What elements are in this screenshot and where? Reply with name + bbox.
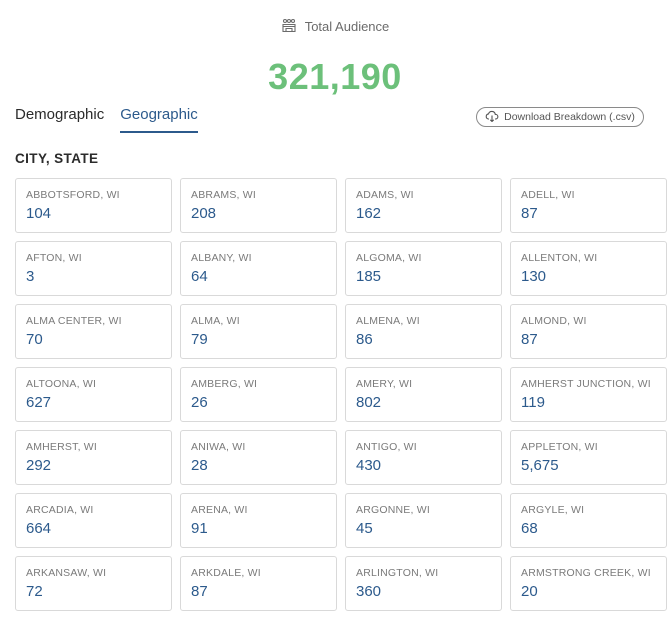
city-card: ARGYLE, WI 68	[510, 493, 667, 548]
city-count: 208	[191, 205, 217, 222]
city-name: ADELL, WI	[521, 189, 575, 201]
download-breakdown-label: Download Breakdown (.csv)	[504, 111, 635, 123]
city-name: ARGONNE, WI	[356, 504, 430, 516]
city-count: 664	[26, 520, 52, 537]
city-name: ARKANSAW, WI	[26, 567, 107, 579]
city-name: ANTIGO, WI	[356, 441, 417, 453]
city-count: 68	[521, 520, 538, 537]
tab-geographic[interactable]: Geographic	[120, 106, 198, 133]
city-name: AFTON, WI	[26, 252, 82, 264]
city-name: ALLENTON, WI	[521, 252, 598, 264]
city-card: ARLINGTON, WI 360	[345, 556, 502, 611]
city-name: ABRAMS, WI	[191, 189, 257, 201]
city-name: ARGYLE, WI	[521, 504, 585, 516]
city-count: 91	[191, 520, 208, 537]
city-count: 28	[191, 457, 208, 474]
city-name: ADAMS, WI	[356, 189, 414, 201]
city-name: ARCADIA, WI	[26, 504, 94, 516]
total-audience-label: Total Audience	[304, 18, 390, 34]
city-card: ALLENTON, WI 130	[510, 241, 667, 296]
city-card: ALGOMA, WI 185	[345, 241, 502, 296]
city-card: ALBANY, WI 64	[180, 241, 337, 296]
city-name: ALMA CENTER, WI	[26, 315, 122, 327]
city-count: 162	[356, 205, 382, 222]
city-card: ALMENA, WI 86	[345, 304, 502, 359]
city-card: ALMA CENTER, WI 70	[15, 304, 172, 359]
city-count: 26	[191, 394, 208, 411]
city-card: ARCADIA, WI 664	[15, 493, 172, 548]
total-audience-header: Total Audience	[0, 18, 670, 34]
city-card: APPLETON, WI 5,675	[510, 430, 667, 485]
city-name: ARKDALE, WI	[191, 567, 261, 579]
total-audience-value: 321,190	[268, 56, 402, 97]
city-count: 430	[356, 457, 382, 474]
city-card: ALTOONA, WI 627	[15, 367, 172, 422]
city-name: ABBOTSFORD, WI	[26, 189, 120, 201]
audience-icon	[281, 18, 297, 34]
city-name: ANIWA, WI	[191, 441, 246, 453]
city-count: 130	[521, 268, 547, 285]
cloud-download-icon	[485, 110, 499, 125]
tab-demographic[interactable]: Demographic	[15, 106, 104, 133]
city-name: ALMENA, WI	[356, 315, 420, 327]
city-name: AMBERG, WI	[191, 378, 258, 390]
city-count: 20	[521, 583, 538, 600]
city-count: 86	[356, 331, 373, 348]
city-count: 360	[356, 583, 382, 600]
city-card: ARGONNE, WI 45	[345, 493, 502, 548]
city-card: ARKANSAW, WI 72	[15, 556, 172, 611]
city-name: APPLETON, WI	[521, 441, 598, 453]
city-count: 119	[521, 394, 545, 411]
city-card: ARKDALE, WI 87	[180, 556, 337, 611]
city-name: ALGOMA, WI	[356, 252, 422, 264]
city-count: 72	[26, 583, 43, 600]
city-name: ARENA, WI	[191, 504, 248, 516]
city-card: ALMA, WI 79	[180, 304, 337, 359]
city-name: ARMSTRONG CREEK, WI	[521, 567, 651, 579]
city-card: ANIWA, WI 28	[180, 430, 337, 485]
city-card: ABBOTSFORD, WI 104	[15, 178, 172, 233]
city-card: ANTIGO, WI 430	[345, 430, 502, 485]
city-count: 45	[356, 520, 373, 537]
city-card: ARMSTRONG CREEK, WI 20	[510, 556, 667, 611]
tab-bar: Demographic Geographic	[15, 106, 198, 133]
city-card: ALMOND, WI 87	[510, 304, 667, 359]
city-card: ADELL, WI 87	[510, 178, 667, 233]
city-card: AMHERST, WI 292	[15, 430, 172, 485]
city-name: AMHERST JUNCTION, WI	[521, 378, 651, 390]
city-count: 627	[26, 394, 52, 411]
city-name: ALMOND, WI	[521, 315, 587, 327]
city-card: ARENA, WI 91	[180, 493, 337, 548]
download-breakdown-button[interactable]: Download Breakdown (.csv)	[476, 107, 644, 127]
city-card: AFTON, WI 3	[15, 241, 172, 296]
city-name: ARLINGTON, WI	[356, 567, 439, 579]
city-count: 5,675	[521, 457, 559, 474]
city-name: ALMA, WI	[191, 315, 240, 327]
city-name: AMHERST, WI	[26, 441, 98, 453]
city-grid: ABBOTSFORD, WI 104 ABRAMS, WI 208 ADAMS, WI 1…	[15, 178, 667, 611]
city-count: 70	[26, 331, 43, 348]
city-count: 87	[521, 331, 538, 348]
city-name: AMERY, WI	[356, 378, 413, 390]
city-count: 185	[356, 268, 382, 285]
city-card: ADAMS, WI 162	[345, 178, 502, 233]
city-count: 3	[26, 268, 35, 285]
city-count: 64	[191, 268, 208, 285]
city-count: 802	[356, 394, 382, 411]
city-card: AMERY, WI 802	[345, 367, 502, 422]
city-count: 87	[191, 583, 208, 600]
section-title: CITY, STATE	[15, 151, 99, 166]
city-name: ALBANY, WI	[191, 252, 252, 264]
city-name: ALTOONA, WI	[26, 378, 97, 390]
city-count: 79	[191, 331, 208, 348]
city-card: AMHERST JUNCTION, WI 119	[510, 367, 667, 422]
city-count: 292	[26, 457, 52, 474]
city-card: AMBERG, WI 26	[180, 367, 337, 422]
city-card: ABRAMS, WI 208	[180, 178, 337, 233]
city-count: 87	[521, 205, 538, 222]
city-count: 104	[26, 205, 52, 222]
